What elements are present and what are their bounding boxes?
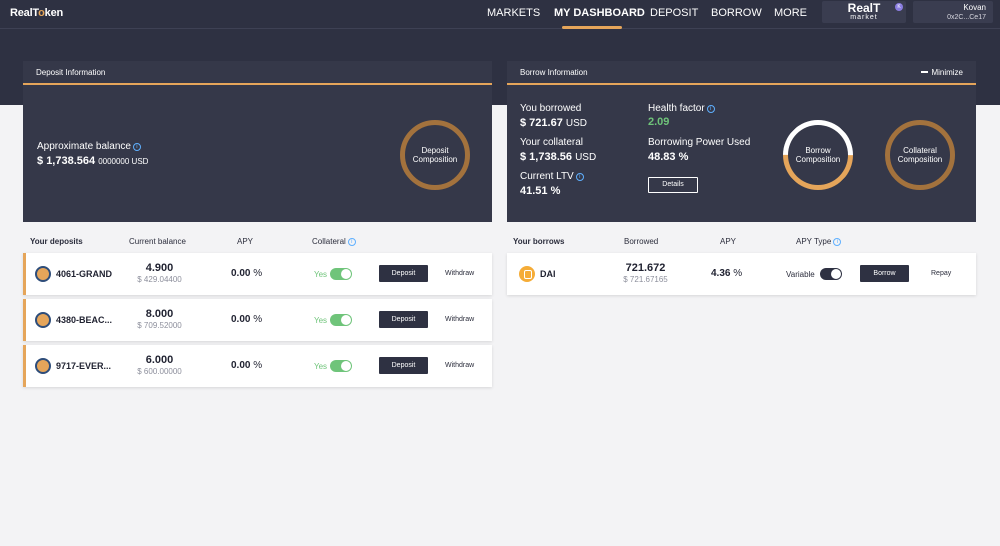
borrow-panel-title: Borrow Information Minimize [507,61,976,85]
active-tab-indicator [562,26,622,29]
info-icon[interactable]: i [833,238,842,246]
apy-header: APY [237,237,254,246]
nav-more[interactable]: MORE [774,7,807,19]
approximate-balance-label: Approximate balance i [37,141,141,152]
info-icon[interactable]: i [132,143,141,151]
market-selector[interactable]: RealT market K [822,1,906,23]
current-ltv-value: 41.51 % [520,185,561,197]
collateral-toggle[interactable] [330,314,352,326]
borrowing-power-value: 48.83 % [648,151,689,163]
borrow-composition-label: Borrow Composition [795,146,841,164]
apy-header: APY [720,237,737,246]
deposit-row: 4061-GRAND 4.900 $ 429.04400 0.00 % Yes D… [23,253,492,295]
realtoken-asset-icon [35,358,51,374]
deposit-composition-label: Deposit Composition [412,146,458,164]
borrowing-power-label: Borrowing Power Used [648,137,751,148]
withdraw-link[interactable]: Withdraw [445,270,474,277]
apy-type-toggle[interactable] [820,268,842,280]
deposit-balance: 8.000 $ 709.52000 [137,308,182,330]
repay-link[interactable]: Repay [931,270,951,277]
you-borrowed-label: You borrowed [520,103,582,114]
deposit-balance: 4.900 $ 429.04400 [137,262,182,284]
your-collateral-value: $ 1,738.56 USD [520,151,597,163]
borrowed-amount: 721.672 $ 721.67165 [623,262,668,284]
top-navbar: RealTookenken MARKETS MY DASHBOARD DEPOS… [0,0,1000,29]
wallet-address: 0x2C...Ce17 [947,14,986,21]
deposit-apy: 0.00 % [231,268,263,279]
asset-name: 9717-EVER... [56,361,112,371]
collateral-status: Yes [314,362,328,371]
realtoken-logo[interactable]: RealTookenken [10,7,63,19]
info-icon[interactable]: i [347,238,356,246]
deposit-button[interactable]: Deposit [379,311,428,328]
nav-my-dashboard[interactable]: MY DASHBOARD [554,7,645,19]
current-balance-header: Current balance [129,237,186,246]
your-borrows-header: Your borrows [513,237,565,246]
asset-name: DAI [540,269,556,279]
realtoken-asset-icon [35,312,51,328]
info-icon[interactable]: i [706,105,715,113]
borrow-button[interactable]: Borrow [860,265,909,282]
network-name: Kovan [963,3,986,12]
deposit-information-panel: Deposit Information Approximate balance i… [23,61,492,222]
deposit-row: 9717-EVER... 6.000 $ 600.00000 0.00 % Yes… [23,345,492,387]
market-subtitle: market [850,14,878,21]
realtoken-asset-icon [35,266,51,282]
account-button[interactable]: Kovan 0x2C...Ce17 [913,1,993,23]
minus-icon [921,71,929,73]
you-borrowed-value: $ 721.67 USD [520,117,588,129]
health-factor-label: Health factor i [648,103,715,114]
info-icon[interactable]: i [575,173,584,181]
borrow-row: DAI 721.672 $ 721.67165 4.36 % Variable B… [507,253,976,295]
deposit-panel-title: Deposit Information [23,61,492,85]
deposit-balance: 6.000 $ 600.00000 [137,354,182,376]
collateral-status: Yes [314,270,328,279]
deposit-row: 4380-BEAC... 8.000 $ 709.52000 0.00 % Yes… [23,299,492,341]
nav-borrow[interactable]: BORROW [711,7,762,19]
deposit-apy: 0.00 % [231,360,263,371]
collateral-composition-label: Collateral Composition [897,146,943,164]
your-deposits-header: Your deposits [30,237,83,246]
deposit-composition-ring[interactable]: Deposit Composition [400,120,470,190]
network-badge-icon: K [895,3,903,11]
current-ltv-label: Current LTV i [520,171,584,182]
nav-markets[interactable]: MARKETS [487,7,540,19]
deposit-button[interactable]: Deposit [379,265,428,282]
asset-name: 4380-BEAC... [56,315,113,325]
deposit-button[interactable]: Deposit [379,357,428,374]
apy-type-header: APY Type i [796,237,842,246]
nav-deposit[interactable]: DEPOSIT [650,7,698,19]
borrow-apy: 4.36 % [711,268,743,279]
borrowed-header: Borrowed [624,237,659,246]
withdraw-link[interactable]: Withdraw [445,362,474,369]
collateral-toggle[interactable] [330,360,352,372]
health-factor-value: 2.09 [648,116,670,128]
collateral-toggle[interactable] [330,268,352,280]
approximate-balance-value: $ 1,738.564 0000000 USD [37,155,149,167]
your-collateral-label: Your collateral [520,137,584,148]
collateral-status: Yes [314,316,328,325]
details-button[interactable]: Details [648,177,698,193]
dai-icon [519,266,535,282]
market-title: RealT [847,1,881,15]
collateral-header: Collateral i [312,237,356,246]
asset-name: 4061-GRAND [56,269,113,279]
minimize-button[interactable]: Minimize [921,61,963,85]
apy-type-label: Variable [786,270,815,279]
deposit-apy: 0.00 % [231,314,263,325]
collateral-composition-ring[interactable]: Collateral Composition [885,120,955,190]
withdraw-link[interactable]: Withdraw [445,316,474,323]
